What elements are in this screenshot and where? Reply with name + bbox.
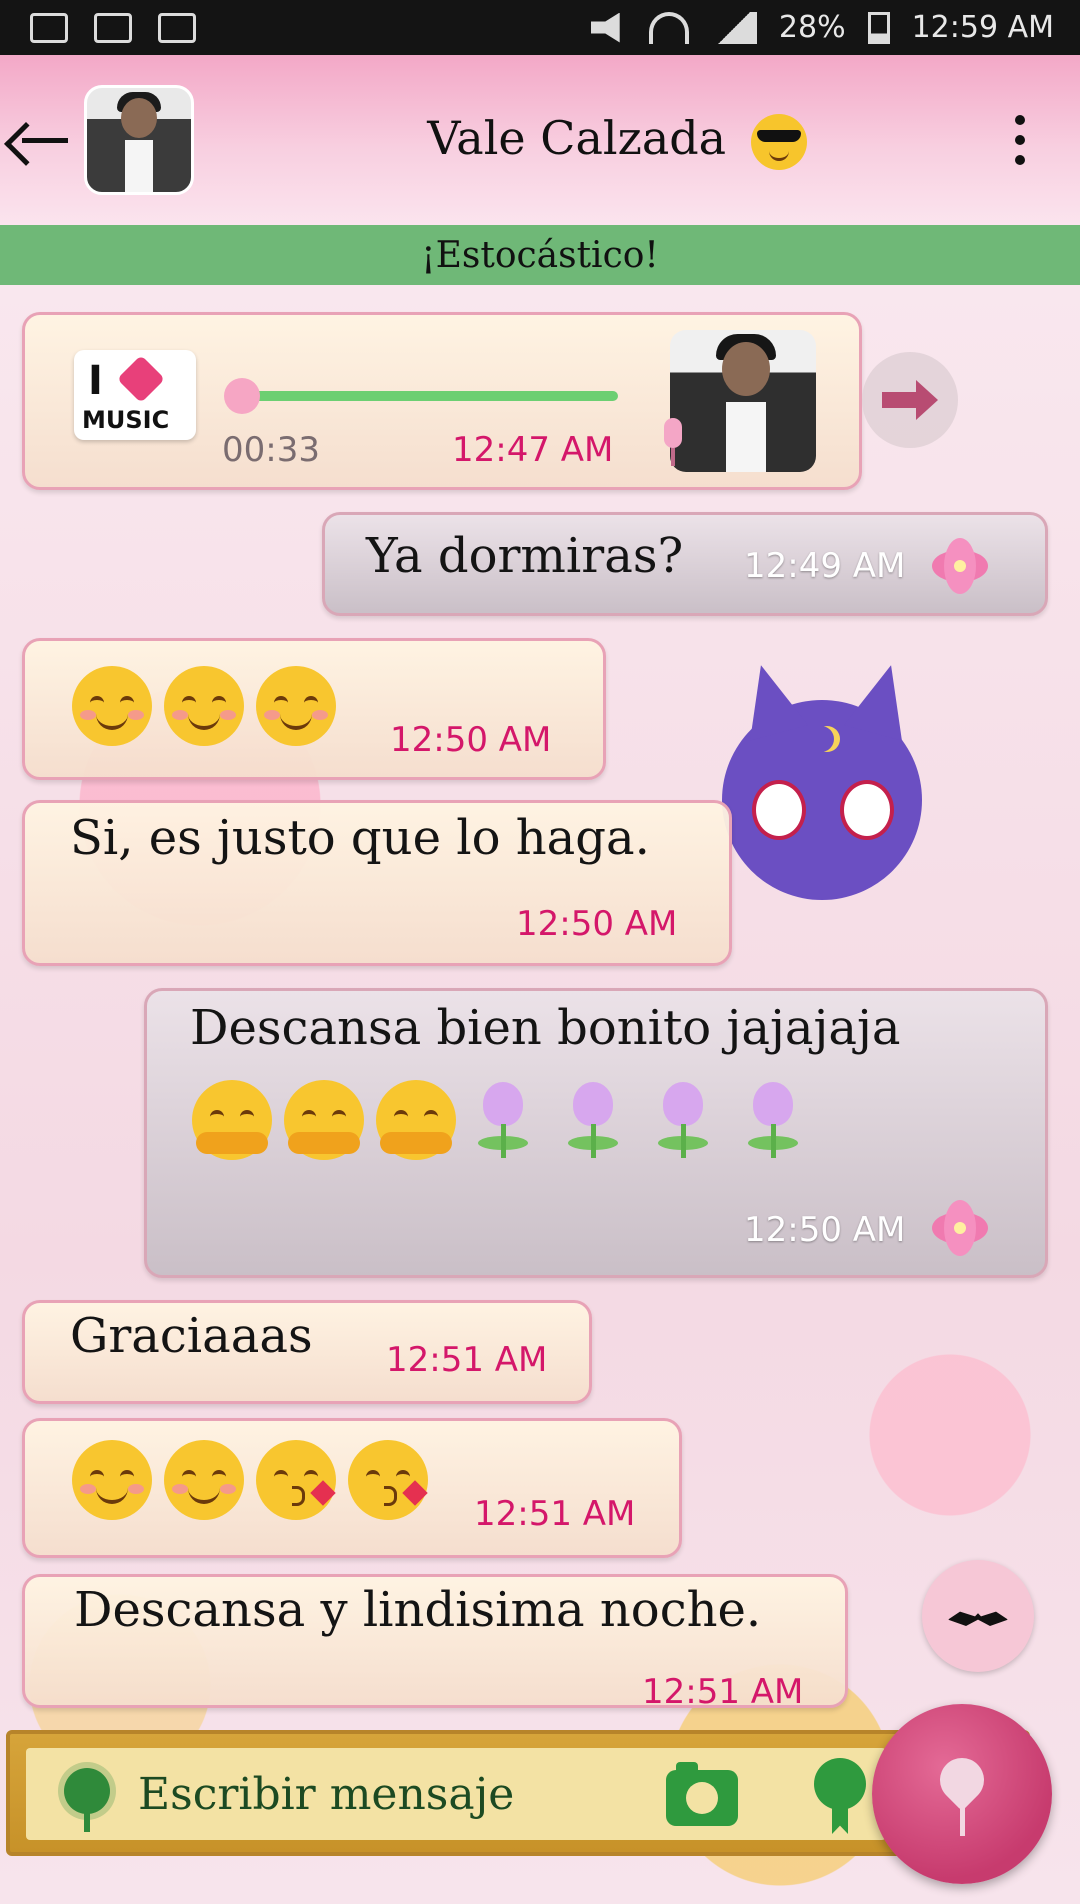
tulip-icon <box>468 1080 538 1160</box>
contact-name[interactable]: Vale Calzada <box>234 111 1000 170</box>
message-time: 12:51 AM <box>386 1340 548 1380</box>
composer-field-area <box>26 1748 886 1840</box>
voicemail-icon <box>94 12 132 43</box>
contact-status-bar: ¡Estocástico! <box>0 225 1080 285</box>
hugging-face-icon <box>376 1080 456 1160</box>
message-time: 12:47 AM <box>452 430 614 470</box>
emoji-row <box>72 666 348 746</box>
message-text: Si, es justo que lo haga. <box>70 810 650 866</box>
message-time: 12:50 AM <box>516 904 678 944</box>
pink-flower-icon <box>932 1200 988 1256</box>
smiling-face-icon <box>164 1440 244 1520</box>
voice-sender-avatar <box>670 330 816 472</box>
voice-progress-track[interactable] <box>246 391 618 401</box>
message-time: 12:51 AM <box>642 1672 804 1712</box>
message-text: Graciaaas <box>70 1308 313 1364</box>
task-check-icon <box>158 12 196 43</box>
smiling-face-icon <box>256 666 336 746</box>
contact-status-text: ¡Estocástico! <box>421 234 659 276</box>
message-time: 12:50 AM <box>744 1210 906 1250</box>
tulip-icon <box>738 1080 808 1160</box>
tulip-icon <box>558 1080 628 1160</box>
message-input[interactable] <box>136 1758 640 1830</box>
battery-percent: 28% <box>778 10 846 45</box>
camera-icon[interactable] <box>666 1762 738 1826</box>
sticker-badge-icon[interactable] <box>810 1758 870 1834</box>
play-arrow-icon[interactable] <box>862 352 958 448</box>
message-text: Ya dormiras? <box>366 528 684 584</box>
sunglasses-emoji-icon <box>750 113 807 170</box>
send-button[interactable] <box>872 1704 1052 1884</box>
smiling-face-icon <box>164 666 244 746</box>
contact-avatar[interactable] <box>84 85 194 195</box>
microphone-icon <box>660 418 686 468</box>
battery-icon <box>867 11 890 44</box>
message-time: 12:49 AM <box>744 546 906 586</box>
mustache-sticker-button[interactable] <box>922 1560 1034 1672</box>
signal-icon <box>710 11 757 44</box>
overflow-menu-icon[interactable] <box>1000 110 1040 170</box>
smiling-face-icon <box>72 1440 152 1520</box>
message-time: 12:51 AM <box>474 1494 636 1534</box>
message-text: Descansa y lindisima noche. <box>74 1582 762 1638</box>
voice-duration: 00:33 <box>222 430 320 470</box>
status-bar: 28% 12:59 AM <box>0 0 1080 55</box>
hugging-face-icon <box>192 1080 272 1160</box>
kissing-face-icon <box>256 1440 336 1520</box>
hugging-face-icon <box>284 1080 364 1160</box>
emoji-row <box>192 1080 828 1160</box>
emoji-picker-icon[interactable] <box>56 1768 118 1832</box>
wifi-icon <box>648 11 689 44</box>
message-text: Descansa bien bonito jajajaja <box>190 1000 901 1056</box>
emoji-row <box>72 1440 440 1520</box>
clock: 12:59 AM <box>911 10 1054 45</box>
chat-header: Vale Calzada <box>0 55 1080 225</box>
mute-icon <box>590 12 620 43</box>
luna-cat-sticker-icon <box>722 700 922 900</box>
smiling-face-icon <box>72 666 152 746</box>
gallery-notification-icon <box>30 12 68 43</box>
kissing-face-icon <box>348 1440 428 1520</box>
i-love-music-sticker-icon: I MUSIC <box>74 350 196 440</box>
message-time: 12:50 AM <box>390 720 552 760</box>
voice-progress-knob[interactable] <box>224 378 260 414</box>
back-arrow-icon[interactable] <box>16 110 76 170</box>
contact-name-text: Vale Calzada <box>427 110 727 165</box>
pink-flower-icon <box>932 538 988 594</box>
tulip-icon <box>648 1080 718 1160</box>
